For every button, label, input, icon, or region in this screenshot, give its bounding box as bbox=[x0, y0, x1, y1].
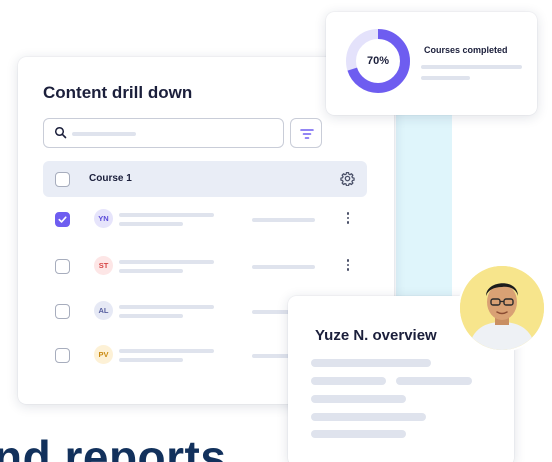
row-checkbox[interactable] bbox=[55, 304, 70, 319]
placeholder-line bbox=[119, 314, 183, 318]
placeholder-line bbox=[311, 395, 406, 403]
table-row[interactable]: ST bbox=[43, 248, 367, 284]
placeholder-line bbox=[311, 359, 431, 367]
user-initials-badge: YN bbox=[94, 209, 113, 228]
row-checkbox[interactable] bbox=[55, 259, 70, 274]
completion-percent: 70% bbox=[366, 55, 390, 67]
card-title: Content drill down bbox=[43, 83, 193, 102]
placeholder-line bbox=[119, 358, 183, 362]
placeholder-line bbox=[421, 76, 470, 80]
search-placeholder-line bbox=[72, 132, 136, 136]
courses-completed-card: 70% Courses completed bbox=[326, 12, 537, 115]
placeholder-line bbox=[119, 260, 214, 264]
courses-completed-title: Courses completed bbox=[424, 45, 508, 55]
more-options-icon[interactable] bbox=[346, 259, 350, 273]
placeholder-line bbox=[119, 213, 214, 217]
placeholder-line bbox=[119, 349, 214, 353]
overview-title: Yuze N. overview bbox=[315, 327, 437, 344]
more-options-icon[interactable] bbox=[346, 212, 350, 226]
placeholder-line bbox=[311, 377, 386, 385]
search-icon bbox=[54, 126, 67, 139]
row-checkbox[interactable] bbox=[55, 348, 70, 363]
placeholder-line bbox=[252, 218, 315, 222]
decorative-strip bbox=[396, 100, 452, 300]
select-all-checkbox[interactable] bbox=[55, 172, 70, 187]
placeholder-line bbox=[252, 265, 315, 269]
placeholder-line bbox=[421, 65, 522, 69]
placeholder-line bbox=[119, 305, 214, 309]
heading-partial: nd reports bbox=[0, 431, 227, 462]
avatar bbox=[458, 264, 546, 352]
gear-icon[interactable] bbox=[340, 171, 355, 186]
table-header: Course 1 bbox=[43, 161, 367, 197]
check-icon bbox=[58, 216, 67, 223]
search-input[interactable] bbox=[43, 118, 284, 148]
course-column-label: Course 1 bbox=[89, 173, 132, 184]
filter-button[interactable] bbox=[290, 118, 322, 148]
user-photo bbox=[460, 266, 544, 350]
placeholder-line bbox=[119, 269, 183, 273]
user-initials-badge: AL bbox=[94, 301, 113, 320]
filter-icon bbox=[300, 129, 314, 139]
user-initials-badge: ST bbox=[94, 256, 113, 275]
placeholder-line bbox=[311, 430, 406, 438]
row-checkbox[interactable] bbox=[55, 212, 70, 227]
placeholder-line bbox=[396, 377, 472, 385]
placeholder-line bbox=[311, 413, 426, 421]
table-row[interactable]: YN bbox=[43, 201, 367, 237]
placeholder-line bbox=[119, 222, 183, 226]
user-initials-badge: PV bbox=[94, 345, 113, 364]
